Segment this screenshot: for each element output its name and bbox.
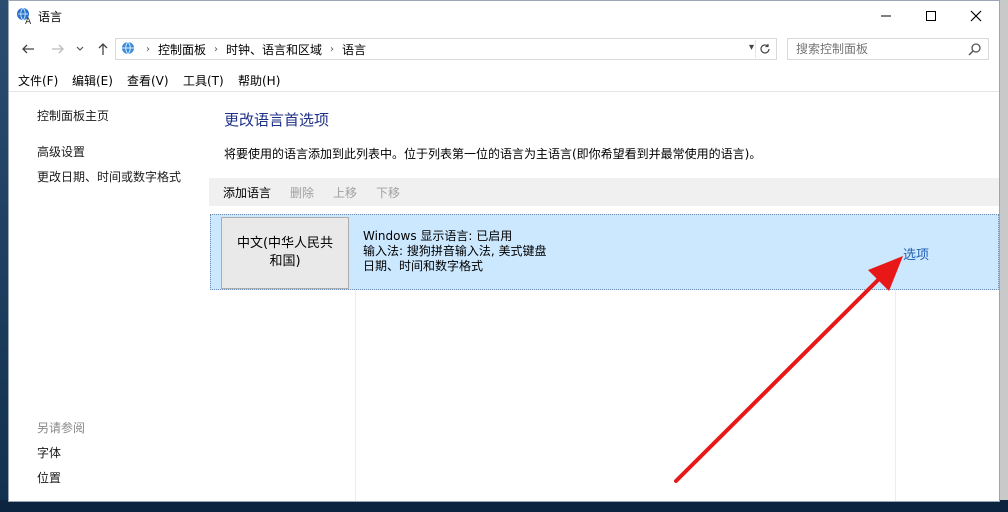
recent-locations-button[interactable] [73,40,87,58]
page-title: 更改语言首选项 [224,111,330,129]
close-button[interactable] [953,1,999,31]
window-title: 语言 [38,10,63,24]
forward-button[interactable] [47,40,69,58]
main-content: 更改语言首选项 将要使用的语言添加到此列表中。位于列表第一位的语言为主语言(即你… [209,92,999,501]
language-icon: A [17,7,32,25]
chevron-right-icon: › [146,43,150,55]
menu-bar: 文件(F) 编辑(E) 查看(V) 工具(T) 帮助(H) [9,69,999,92]
address-bar[interactable]: › 控制面板 › 时钟、语言和区域 › 语言 ▾ [115,38,777,60]
move-up-button[interactable]: 上移 [333,184,357,201]
search-input[interactable] [788,39,966,59]
menu-edit[interactable]: 编辑(E) [72,72,113,89]
location-link[interactable]: 位置 [37,469,61,486]
list-item[interactable]: 中文(中华人民共 和国) Windows 显示语言: 已启用 输入法: 搜狗拼音… [210,214,999,290]
date-time-format-info: 日期、时间和数字格式 [363,259,484,273]
menu-view[interactable]: 查看(V) [127,72,169,89]
title-bar[interactable]: A 语言 [9,1,999,31]
language-name-button[interactable]: 中文(中华人民共 和国) [221,217,349,289]
maximize-button[interactable] [908,1,954,31]
svg-text:A: A [25,17,32,25]
change-formats-link[interactable]: 更改日期、时间或数字格式 [37,168,181,185]
control-panel-home-link[interactable]: 控制面板主页 [37,107,109,124]
chevron-down-icon [76,46,84,51]
left-navigation-pane: 控制面板主页 高级设置 更改日期、时间或数字格式 另请参阅 字体 位置 [9,92,209,501]
chevron-right-icon: › [330,43,335,55]
desktop-background-right [1000,0,1008,512]
search-icon[interactable] [968,42,982,56]
input-method-info: 输入法: 搜狗拼音输入法, 美式键盘 [363,244,547,258]
language-name-line2: 和国) [269,254,301,269]
menu-tools[interactable]: 工具(T) [183,72,224,89]
display-language-status: Windows 显示语言: 已启用 [363,229,513,243]
language-list: 中文(中华人民共 和国) Windows 显示语言: 已启用 输入法: 搜狗拼音… [209,212,999,501]
back-button[interactable] [17,40,39,58]
breadcrumb-language[interactable]: 语言 [342,41,366,58]
language-window: A 语言 › 控制面板 › 时钟、语言和区域 › 语言 ▾ 搜索控制面板 文件(… [8,0,1000,502]
breadcrumb-control-panel[interactable]: 控制面板 [158,41,206,58]
forward-arrow-icon [52,44,64,54]
minimize-icon [881,15,891,17]
refresh-icon [760,44,770,54]
remove-button[interactable]: 删除 [290,184,314,201]
minimize-button[interactable] [863,1,909,31]
see-also-heading: 另请参阅 [37,421,86,435]
back-arrow-icon [22,44,34,54]
page-description: 将要使用的语言添加到此列表中。位于列表第一位的语言为主语言(即你希望看到并最常使… [224,147,762,161]
options-link[interactable]: 选项 [903,244,929,263]
navigation-bar: › 控制面板 › 时钟、语言和区域 › 语言 ▾ [9,36,999,64]
chevron-right-icon: › [214,43,219,55]
language-name-line1: 中文(中华人民共 [236,236,334,251]
language-details: Windows 显示语言: 已启用 输入法: 搜狗拼音输入法, 美式键盘 日期、… [363,229,547,274]
search-box[interactable] [787,38,989,60]
breadcrumb-clock-region[interactable]: 时钟、语言和区域 [226,41,322,58]
advanced-settings-link[interactable]: 高级设置 [37,143,85,160]
up-button[interactable] [93,40,113,58]
menu-help[interactable]: 帮助(H) [238,72,280,89]
maximize-icon [926,11,936,21]
menu-file[interactable]: 文件(F) [18,72,58,89]
address-dropdown-icon[interactable]: ▾ [749,42,754,53]
add-language-button[interactable]: 添加语言 [223,184,271,201]
move-down-button[interactable]: 下移 [376,184,400,201]
refresh-button[interactable] [755,40,774,58]
language-toolbar: 添加语言 删除 上移 下移 [209,178,999,206]
close-icon [970,10,982,22]
up-arrow-icon [98,43,108,55]
control-panel-icon [122,41,134,55]
fonts-link[interactable]: 字体 [37,444,61,461]
